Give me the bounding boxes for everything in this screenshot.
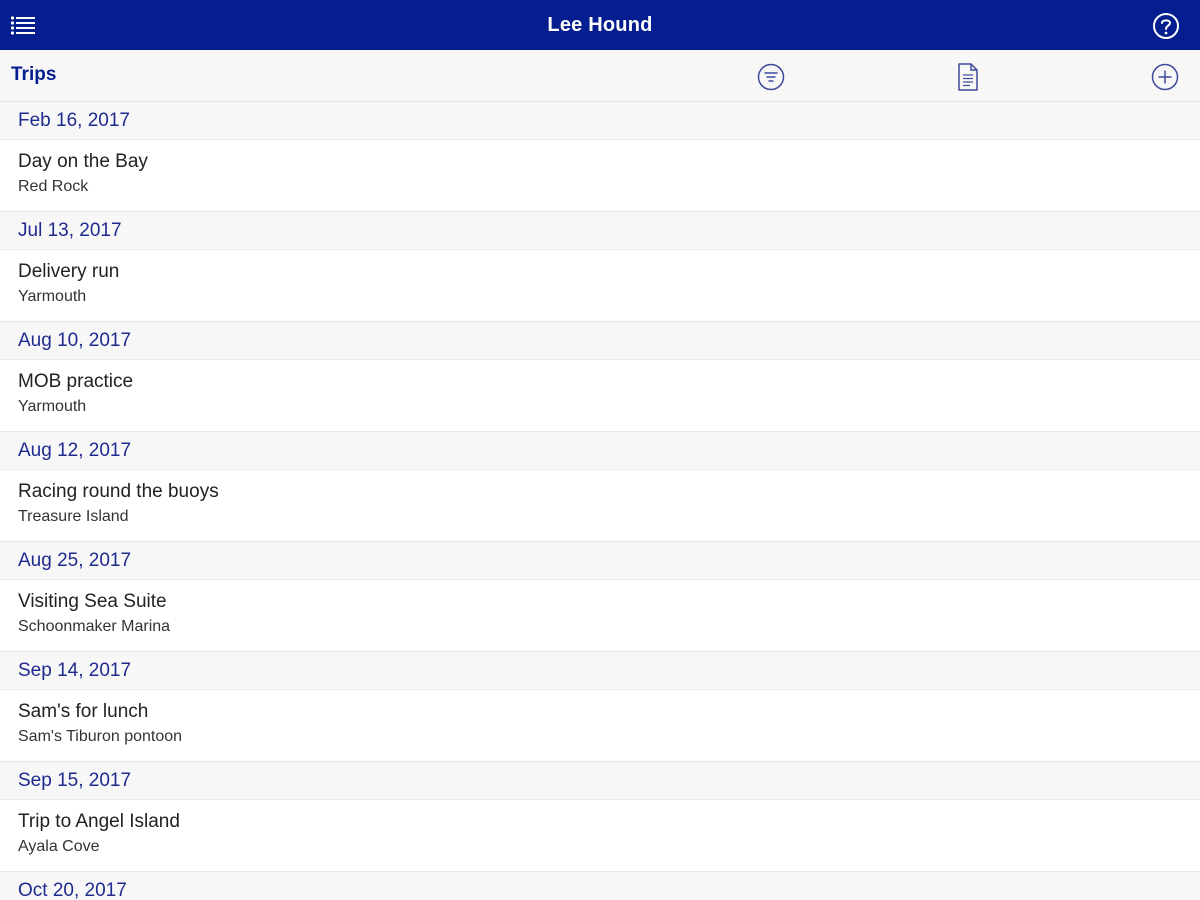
trip-location: Red Rock xyxy=(18,178,89,195)
filter-circle-icon xyxy=(757,63,785,91)
question-circle-icon xyxy=(1153,13,1179,39)
trip-name: Delivery run xyxy=(18,261,120,282)
trip-name: Racing round the buoys xyxy=(18,481,219,502)
trip-location: Sam's Tiburon pontoon xyxy=(18,728,183,745)
help-button[interactable] xyxy=(1152,12,1180,40)
trip-name: MOB practice xyxy=(18,371,134,392)
trip-location: Ayala Cove xyxy=(18,838,100,855)
document-button[interactable] xyxy=(953,62,983,92)
date-header: Feb 16, 2017 xyxy=(0,102,1200,140)
trip-name: Visiting Sea Suite xyxy=(18,591,167,612)
date-header: Sep 15, 2017 xyxy=(0,762,1200,800)
trip-row[interactable]: Delivery run Yarmouth xyxy=(0,250,1200,322)
filter-button[interactable] xyxy=(756,62,786,92)
app-window: Lee Hound Trips Feb 16, 2017 Day on the … xyxy=(0,0,1200,900)
date-header: Aug 12, 2017 xyxy=(0,432,1200,470)
date-header: Jul 13, 2017 xyxy=(0,212,1200,250)
trip-location: Schoonmaker Marina xyxy=(18,618,171,635)
trip-row[interactable]: Visiting Sea Suite Schoonmaker Marina xyxy=(0,580,1200,652)
trip-row[interactable]: MOB practice Yarmouth xyxy=(0,360,1200,432)
trip-location: Yarmouth xyxy=(18,288,87,305)
title-bar: Lee Hound xyxy=(0,0,1200,50)
menu-button[interactable] xyxy=(8,10,38,40)
trip-name: Sam's for lunch xyxy=(18,701,149,722)
section-title: Trips xyxy=(11,64,57,85)
trip-row[interactable]: Racing round the buoys Treasure Island xyxy=(0,470,1200,542)
add-trip-button[interactable] xyxy=(1150,62,1180,92)
date-header: Aug 10, 2017 xyxy=(0,322,1200,360)
trip-name: Day on the Bay xyxy=(18,151,148,172)
trip-row[interactable]: Day on the Bay Red Rock xyxy=(0,140,1200,212)
date-header: Sep 14, 2017 xyxy=(0,652,1200,690)
date-header: Oct 20, 2017 xyxy=(0,872,1200,900)
toolbar: Trips xyxy=(0,50,1200,102)
trip-location: Treasure Island xyxy=(18,508,129,525)
list-menu-icon xyxy=(10,16,35,35)
trip-row[interactable]: Trip to Angel Island Ayala Cove xyxy=(0,800,1200,872)
trip-location: Yarmouth xyxy=(18,398,87,415)
trip-name: Trip to Angel Island xyxy=(18,811,180,832)
plus-circle-icon xyxy=(1151,63,1179,91)
document-icon xyxy=(958,63,978,91)
date-header: Aug 25, 2017 xyxy=(0,542,1200,580)
trip-row[interactable]: Sam's for lunch Sam's Tiburon pontoon xyxy=(0,690,1200,762)
trip-list: Feb 16, 2017 Day on the Bay Red Rock Jul… xyxy=(0,102,1200,900)
app-title: Lee Hound xyxy=(547,13,653,36)
